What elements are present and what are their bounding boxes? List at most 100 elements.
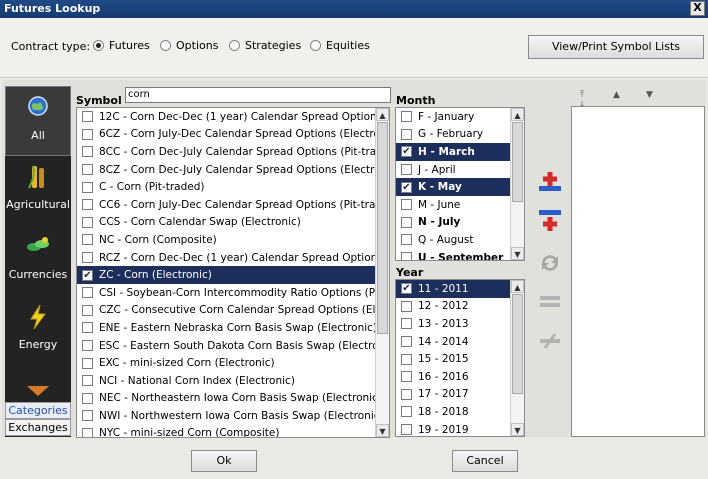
month-scrollbar[interactable]: ▲ ▼ — [510, 108, 524, 260]
list-item[interactable]: 13 - 2013 — [396, 315, 524, 333]
category-all[interactable]: All — [5, 86, 71, 156]
list-item[interactable]: 16 - 2016 — [396, 368, 524, 386]
checkbox[interactable] — [401, 424, 412, 436]
list-item[interactable]: CZC - Consecutive Corn Calendar Spread O… — [77, 302, 389, 320]
checkbox[interactable] — [401, 353, 412, 365]
checkbox[interactable] — [401, 300, 412, 312]
category-agricultural[interactable]: Agricultural — [5, 156, 71, 226]
radio-options[interactable]: Options — [160, 39, 218, 52]
list-item[interactable]: ✔ 11 - 2011 — [396, 280, 524, 298]
remove-selected-icon[interactable] — [537, 328, 563, 354]
move-top-icon[interactable]: ⤒ — [580, 90, 613, 100]
list-item[interactable]: 8CC - Corn Dec-July Calendar Spread Opti… — [77, 143, 389, 161]
checkbox[interactable] — [82, 111, 93, 123]
list-item[interactable]: EXC - mini-sized Corn (Electronic) — [77, 354, 389, 372]
checkbox[interactable] — [82, 304, 93, 316]
list-item[interactable]: 12C - Corn Dec-Dec (1 year) Calendar Spr… — [77, 108, 389, 126]
ok-button[interactable]: Ok — [191, 450, 257, 472]
add-selected-icon[interactable] — [537, 170, 563, 196]
list-item[interactable]: N - July — [396, 214, 524, 232]
checkbox[interactable] — [401, 164, 412, 176]
move-down-icon[interactable]: ▼ — [646, 90, 679, 100]
list-item[interactable]: ✔ ZC - Corn (Electronic) — [77, 266, 389, 284]
list-item[interactable]: NEC - Northeastern Iowa Corn Basis Swap … — [77, 390, 389, 408]
list-item[interactable]: ✔ H - March — [396, 143, 524, 161]
list-item[interactable]: NCI - National Corn Index (Electronic) — [77, 372, 389, 390]
radio-equities[interactable]: Equities — [310, 39, 370, 52]
list-item[interactable]: 8CZ - Corn Dec-July Calendar Spread Opti… — [77, 161, 389, 179]
checkbox[interactable] — [82, 340, 93, 352]
list-item[interactable]: ENE - Eastern Nebraska Corn Basis Swap (… — [77, 319, 389, 337]
list-item[interactable]: Q - August — [396, 231, 524, 249]
checkbox[interactable] — [401, 388, 412, 400]
checkbox[interactable] — [401, 371, 412, 383]
list-item[interactable]: J - April — [396, 161, 524, 179]
category-currencies[interactable]: Currencies — [5, 226, 71, 296]
checkbox[interactable] — [82, 287, 93, 299]
list-item[interactable]: 6CZ - Corn July-Dec Calendar Spread Opti… — [77, 126, 389, 144]
checkbox[interactable] — [82, 164, 93, 176]
checkbox[interactable] — [401, 199, 412, 211]
checkbox[interactable] — [401, 128, 412, 140]
scroll-up-icon[interactable]: ▲ — [376, 108, 389, 121]
checkbox[interactable] — [82, 216, 93, 228]
checkbox[interactable] — [82, 199, 93, 211]
checkbox[interactable] — [82, 410, 93, 422]
year-scrollbar[interactable]: ▲ ▼ — [510, 280, 524, 436]
list-item[interactable]: RCZ - Corn Dec-Dec (1 year) Calendar Spr… — [77, 249, 389, 267]
checkbox[interactable] — [82, 357, 93, 369]
list-item[interactable]: CCS - Corn Calendar Swap (Electronic) — [77, 214, 389, 232]
close-button[interactable]: X — [690, 1, 705, 16]
list-item[interactable]: F - January — [396, 108, 524, 126]
checkbox[interactable] — [82, 146, 93, 158]
scroll-up-icon[interactable]: ▲ — [511, 280, 524, 293]
checkbox[interactable] — [401, 406, 412, 418]
list-item[interactable]: 19 - 2019 — [396, 421, 524, 436]
checkbox[interactable]: ✔ — [401, 181, 412, 193]
list-item[interactable]: 12 - 2012 — [396, 298, 524, 316]
checkbox[interactable] — [82, 392, 93, 404]
checkbox[interactable]: ✔ — [401, 146, 412, 158]
list-item[interactable]: NWI - Northwestern Iowa Corn Basis Swap … — [77, 407, 389, 425]
checkbox[interactable] — [82, 181, 93, 193]
checkbox[interactable] — [401, 216, 412, 228]
tab-categories[interactable]: Categories — [5, 402, 71, 419]
checkbox[interactable]: ✔ — [82, 269, 93, 281]
checkbox[interactable] — [82, 234, 93, 246]
symbol-scrollbar[interactable]: ▲ ▼ — [375, 108, 389, 437]
checkbox[interactable] — [82, 427, 93, 437]
list-item[interactable]: U - September — [396, 249, 524, 260]
checkbox[interactable] — [401, 234, 412, 246]
list-item[interactable]: 14 - 2014 — [396, 333, 524, 351]
list-item[interactable]: NYC - mini-sized Corn (Composite) — [77, 425, 389, 437]
checkbox[interactable] — [401, 252, 412, 260]
scroll-more-icon[interactable] — [25, 384, 51, 401]
radio-futures[interactable]: Futures — [93, 39, 150, 52]
list-item[interactable]: 17 - 2017 — [396, 386, 524, 404]
scrollbar-thumb[interactable] — [377, 122, 388, 334]
scrollbar-thumb[interactable] — [512, 122, 523, 202]
cancel-button[interactable]: Cancel — [452, 450, 518, 472]
list-item[interactable]: NC - Corn (Composite) — [77, 231, 389, 249]
checkbox[interactable] — [401, 318, 412, 330]
checkbox[interactable] — [401, 111, 412, 123]
scroll-down-icon[interactable]: ▼ — [376, 424, 389, 437]
checkbox[interactable] — [401, 336, 412, 348]
list-item[interactable]: ✔ K - May — [396, 178, 524, 196]
category-energy[interactable]: Energy — [5, 296, 71, 366]
tab-exchanges[interactable]: Exchanges — [5, 419, 71, 436]
symbol-search-input[interactable]: corn — [125, 87, 391, 103]
checkbox[interactable] — [82, 322, 93, 334]
list-item[interactable]: CC6 - Corn July-Dec Calendar Spread Opti… — [77, 196, 389, 214]
list-item[interactable]: CSI - Soybean-Corn Intercommodity Ratio … — [77, 284, 389, 302]
scrollbar-thumb[interactable] — [512, 294, 523, 394]
scroll-down-icon[interactable]: ▼ — [511, 247, 524, 260]
remove-all-icon[interactable] — [537, 288, 563, 314]
refresh-icon[interactable] — [537, 250, 563, 276]
list-item[interactable]: M - June — [396, 196, 524, 214]
move-up-icon[interactable]: ▲ — [613, 90, 646, 100]
list-item[interactable]: 15 - 2015 — [396, 350, 524, 368]
view-print-symbol-lists-button[interactable]: View/Print Symbol Lists — [528, 35, 704, 59]
add-all-icon[interactable] — [537, 206, 563, 232]
scroll-down-icon[interactable]: ▼ — [511, 423, 524, 436]
